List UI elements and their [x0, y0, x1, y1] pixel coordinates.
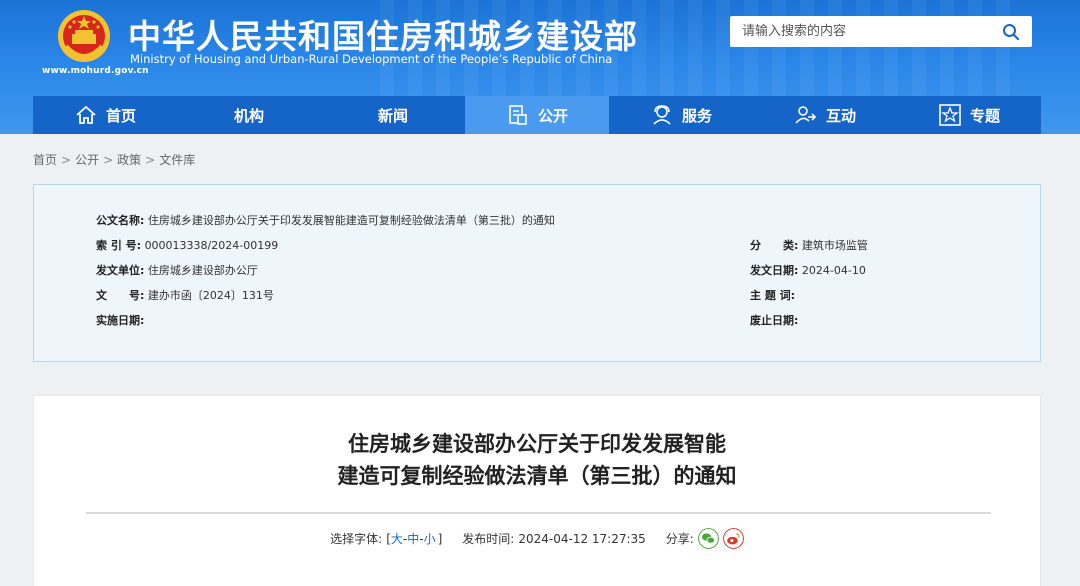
- weibo-icon[interactable]: [722, 528, 744, 549]
- search-input[interactable]: [742, 22, 992, 41]
- info-value: 000013338/2024-00199: [144, 239, 279, 252]
- national-emblem-icon[interactable]: [52, 8, 116, 68]
- info-issuer: 发文单位: 住房城乡建设部办公厅: [96, 262, 258, 278]
- info-label: 公文名称:: [96, 214, 145, 227]
- info-doc-name: 公文名称: 住房城乡建设部办公厅关于印发发展智能建造可复制经验做法清单（第三批）…: [96, 212, 555, 228]
- article-title: 住房城乡建设部办公厅关于印发发展智能 建造可复制经验做法清单（第三批）的通知: [34, 428, 1040, 492]
- nav-item-label: 公开: [537, 106, 568, 125]
- info-label: 发文日期:: [750, 264, 799, 277]
- document-info-box: 公文名称: 住房城乡建设部办公厅关于印发发展智能建造可复制经验做法清单（第三批）…: [33, 184, 1041, 362]
- site-title[interactable]: 中华人民共和国住房和城乡建设部: [128, 10, 638, 58]
- publish-time-label: 发布时间:: [462, 532, 515, 546]
- nav-item-news[interactable]: 新闻: [321, 96, 465, 134]
- font-bracket: ]: [437, 531, 443, 546]
- nav-item-label: 专题: [969, 106, 1000, 125]
- breadcrumb: 首页 > 公开 > 政策 > 文件库: [33, 151, 195, 168]
- article-title-line: 住房城乡建设部办公厅关于印发发展智能: [348, 432, 726, 456]
- site-subtitle: Ministry of Housing and Urban-Rural Deve…: [130, 52, 613, 66]
- nav-item-label: 新闻: [377, 106, 408, 125]
- nav-item-label: 互动: [825, 106, 856, 125]
- info-doc-number: 文 号: 建办市函〔2024〕131号: [96, 287, 274, 303]
- info-label: 文 号:: [96, 289, 145, 302]
- breadcrumb-policy[interactable]: 政策: [117, 153, 141, 167]
- nav-item-home[interactable]: 首页: [33, 96, 177, 134]
- info-value: 2024-04-10: [801, 264, 866, 277]
- info-expiry-date: 废止日期:: [750, 312, 798, 328]
- info-value: 建办市函〔2024〕131号: [147, 289, 274, 302]
- info-label: 实施日期:: [96, 314, 145, 327]
- article-panel: 住房城乡建设部办公厅关于印发发展智能 建造可复制经验做法清单（第三批）的通知 选…: [33, 395, 1041, 586]
- site-url: www.mohurd.gov.cn: [42, 66, 149, 76]
- nav-item-label: 服务: [681, 106, 712, 125]
- breadcrumb-library[interactable]: 文件库: [159, 153, 195, 167]
- breadcrumb-public[interactable]: 公开: [75, 153, 99, 167]
- nav-item-service[interactable]: 服务: [609, 96, 753, 134]
- home-icon: [76, 105, 96, 124]
- star-icon: [939, 104, 961, 126]
- info-label: 索 引 号:: [96, 239, 142, 252]
- info-value: 住房城乡建设部办公厅: [147, 264, 258, 277]
- info-keywords: 主 题 词:: [750, 287, 795, 303]
- nav-item-topics[interactable]: 专题: [897, 96, 1041, 134]
- font-size-large-link[interactable]: 大: [391, 530, 403, 547]
- article-meta: 选择字体: [ 大 - 中 - 小 ] 发布时间: 2024-04-12 17:…: [34, 528, 1040, 549]
- info-category: 分 类: 建筑市场监管: [750, 237, 868, 253]
- nav-item-public[interactable]: 公开: [465, 96, 609, 134]
- info-label: 发文单位:: [96, 264, 145, 277]
- title-divider: [86, 512, 991, 514]
- article-title-line: 建造可复制经验做法清单（第三批）的通知: [337, 464, 737, 488]
- info-label: 主 题 词:: [750, 289, 796, 302]
- info-value: 住房城乡建设部办公厅关于印发发展智能建造可复制经验做法清单（第三批）的通知: [147, 214, 555, 227]
- search-box: [730, 16, 1032, 47]
- publish-time: 2024-04-12 17:27:35: [518, 531, 646, 546]
- document-icon: [509, 105, 527, 125]
- font-size-small-link[interactable]: 小: [424, 530, 436, 547]
- info-value: 建筑市场监管: [801, 239, 868, 252]
- main-nav: 首页 机构 新闻 公开 服务 互动 专题: [33, 96, 1041, 134]
- nav-item-interaction[interactable]: 互动: [753, 96, 897, 134]
- info-issue-date: 发文日期: 2024-04-10: [750, 262, 866, 278]
- nav-item-label: 首页: [105, 106, 136, 125]
- breadcrumb-separator: >: [103, 153, 114, 167]
- nav-item-organization[interactable]: 机构: [177, 96, 321, 134]
- share-label: 分享:: [665, 532, 694, 546]
- breadcrumb-separator: >: [61, 153, 72, 167]
- info-label: 废止日期:: [750, 314, 799, 327]
- wechat-icon[interactable]: [697, 528, 719, 549]
- info-label: 分 类:: [750, 239, 799, 252]
- breadcrumb-home[interactable]: 首页: [33, 153, 57, 167]
- interaction-icon: [795, 106, 817, 124]
- nav-item-label: 机构: [233, 106, 264, 125]
- font-size-label: 选择字体:: [330, 532, 383, 546]
- font-size-medium-link[interactable]: 中: [407, 530, 419, 547]
- breadcrumb-separator: >: [145, 153, 156, 167]
- info-index: 索 引 号: 000013338/2024-00199: [96, 237, 278, 253]
- service-icon: [653, 105, 671, 125]
- search-icon[interactable]: [1002, 23, 1020, 41]
- info-effective-date: 实施日期:: [96, 312, 144, 328]
